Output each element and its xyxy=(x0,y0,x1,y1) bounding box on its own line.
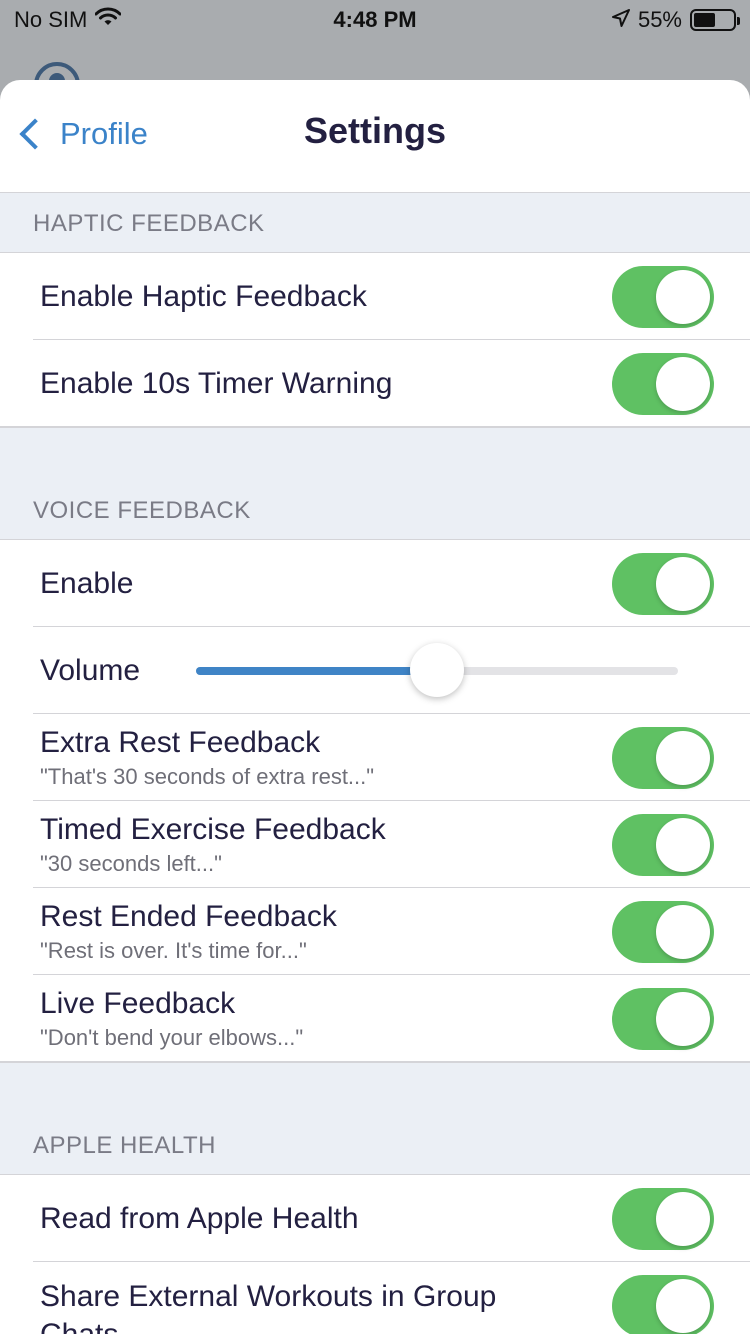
back-label: Profile xyxy=(60,116,148,151)
row-label: Timed Exercise Feedback xyxy=(40,812,386,846)
row-volume: Volume xyxy=(0,627,750,714)
toggle-knob xyxy=(656,731,710,785)
row-read-apple-health: Read from Apple Health xyxy=(0,1175,750,1262)
row-label: Extra Rest Feedback xyxy=(40,725,321,759)
section-header-haptic: HAPTIC FEEDBACK xyxy=(0,193,750,253)
location-arrow-icon xyxy=(611,7,630,33)
row-label: Enable xyxy=(40,566,134,600)
wifi-icon xyxy=(94,7,122,33)
battery-icon xyxy=(690,9,740,31)
row-live-feedback: Live Feedback "Don't bend your elbows...… xyxy=(0,975,750,1062)
navigation-bar: Profile Settings xyxy=(0,80,750,193)
row-subtitle: "30 seconds left..." xyxy=(40,850,222,876)
toggle-knob xyxy=(656,357,710,411)
row-voice-enable: Enable xyxy=(0,540,750,627)
live-feedback-toggle[interactable] xyxy=(612,988,714,1050)
toggle-knob xyxy=(656,1192,710,1246)
carrier-label: No SIM xyxy=(14,7,88,32)
row-text: Rest Ended Feedback "Rest is over. It's … xyxy=(40,900,337,964)
timer-warning-toggle[interactable] xyxy=(612,353,714,415)
extra-rest-feedback-toggle[interactable] xyxy=(612,727,714,789)
volume-slider[interactable] xyxy=(196,643,678,697)
status-bar: No SIM 4:48 PM 55% xyxy=(0,0,750,40)
timed-exercise-feedback-toggle[interactable] xyxy=(612,814,714,876)
back-button[interactable]: Profile xyxy=(18,116,148,152)
toggle-knob xyxy=(656,270,710,324)
row-timer-warning: Enable 10s Timer Warning xyxy=(0,340,750,427)
toggle-knob xyxy=(656,905,710,959)
row-label: Share External Workouts in Group Chats xyxy=(40,1279,497,1334)
battery-level xyxy=(694,13,715,27)
row-subtitle: "Don't bend your elbows..." xyxy=(40,1024,304,1050)
enable-haptic-toggle[interactable] xyxy=(612,266,714,328)
section-header-apple-health: APPLE HEALTH xyxy=(0,1062,750,1175)
row-timed-exercise-feedback: Timed Exercise Feedback "30 seconds left… xyxy=(0,801,750,888)
row-label: Enable Haptic Feedback xyxy=(40,279,367,313)
row-subtitle: "That's 30 seconds of extra rest..." xyxy=(40,763,375,789)
status-right: 55% xyxy=(611,7,740,33)
share-external-workouts-toggle[interactable] xyxy=(612,1275,714,1334)
toggle-knob xyxy=(656,557,710,611)
row-text: Live Feedback "Don't bend your elbows...… xyxy=(40,987,303,1051)
row-extra-rest-feedback: Extra Rest Feedback "That's 30 seconds o… xyxy=(0,714,750,801)
volume-slider-fill xyxy=(196,667,437,675)
toggle-knob xyxy=(656,818,710,872)
section-header-voice: VOICE FEEDBACK xyxy=(0,427,750,540)
row-text: Timed Exercise Feedback "30 seconds left… xyxy=(40,813,386,877)
read-apple-health-toggle[interactable] xyxy=(612,1188,714,1250)
row-share-external-workouts: Share External Workouts in Group Chats xyxy=(0,1262,750,1334)
volume-slider-thumb[interactable] xyxy=(410,643,464,697)
rest-ended-feedback-toggle[interactable] xyxy=(612,901,714,963)
voice-enable-toggle[interactable] xyxy=(612,553,714,615)
row-label: Live Feedback xyxy=(40,986,236,1020)
row-enable-haptic: Enable Haptic Feedback xyxy=(0,253,750,340)
toggle-knob xyxy=(656,1279,710,1333)
row-label: Read from Apple Health xyxy=(40,1201,359,1235)
toggle-knob xyxy=(656,992,710,1046)
battery-percent: 55% xyxy=(637,7,682,32)
chevron-left-icon xyxy=(19,118,51,150)
row-label: Enable 10s Timer Warning xyxy=(40,366,393,400)
row-label: Rest Ended Feedback xyxy=(40,899,337,933)
settings-sheet: Profile Settings HAPTIC FEEDBACK Enable … xyxy=(0,80,750,1334)
status-left: No SIM xyxy=(14,7,122,33)
row-rest-ended-feedback: Rest Ended Feedback "Rest is over. It's … xyxy=(0,888,750,975)
row-label: Volume xyxy=(40,653,141,687)
row-subtitle: "Rest is over. It's time for..." xyxy=(40,937,307,963)
row-text: Extra Rest Feedback "That's 30 seconds o… xyxy=(40,726,374,790)
